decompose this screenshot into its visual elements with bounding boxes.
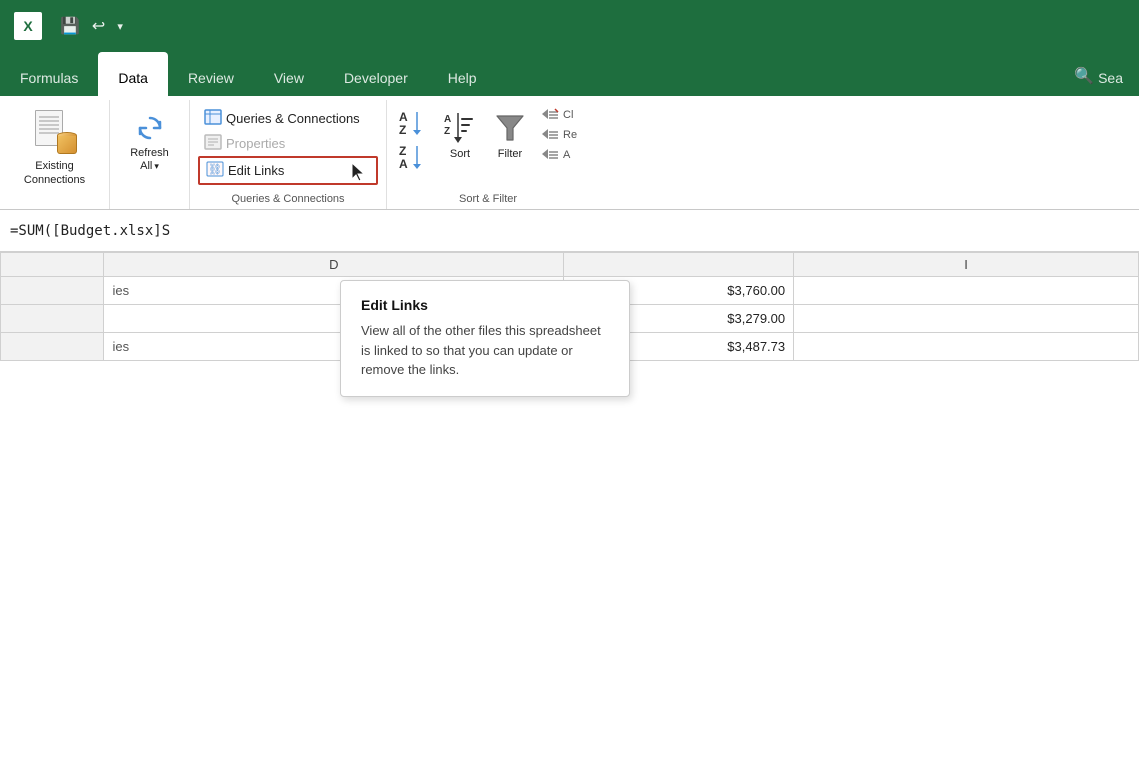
tooltip-description: View all of the other files this spreads… (361, 321, 609, 380)
refresh-content: Refresh All ▾ (124, 104, 175, 201)
advanced-filter-group: Cl Re (537, 106, 581, 164)
sort-icon: A Z (443, 110, 477, 146)
tab-search[interactable]: 🔍 Sea (1058, 58, 1139, 96)
existing-connections-content: ExistingConnections (16, 104, 93, 201)
col-header-e (564, 253, 794, 277)
svg-text:A: A (399, 110, 408, 124)
sort-za-icon: Z A (399, 142, 429, 170)
existing-connections-button[interactable]: ExistingConnections (16, 104, 93, 194)
advanced-button[interactable]: A (537, 146, 581, 164)
sort-az-button[interactable]: A Z (395, 106, 433, 138)
cell-i3[interactable] (794, 333, 1139, 361)
svg-text:Z: Z (399, 123, 406, 136)
queries-connections-item[interactable]: Queries & Connections (198, 106, 378, 131)
sort-label: Sort (450, 148, 470, 161)
reapply-button[interactable]: Re (537, 126, 581, 144)
advanced-icon (541, 148, 559, 162)
search-icon: 🔍 (1074, 66, 1094, 86)
clear-button[interactable]: Cl (537, 106, 581, 124)
sort-filter-group-label: Sort & Filter (459, 189, 517, 207)
app-icon: X (12, 10, 44, 42)
ribbon-group-queries: Queries & Connections Properties (190, 100, 387, 209)
ribbon-group-existing-connections: ExistingConnections (0, 100, 110, 209)
queries-connections-icon (204, 109, 222, 128)
tab-formulas[interactable]: Formulas (0, 52, 98, 96)
svg-text:A: A (444, 114, 451, 125)
existing-connections-label: ExistingConnections (24, 159, 85, 188)
sort-az-icon: A Z (399, 108, 429, 136)
sort-az-group: A Z Z A (395, 106, 433, 172)
clear-icon (541, 108, 559, 122)
ribbon-tabs: Formulas Data Review View Developer Help… (0, 52, 1139, 96)
advanced-label: A (563, 149, 570, 161)
svg-text:Z: Z (444, 126, 450, 137)
title-bar: X 💾 ↩ ▾ (0, 0, 1139, 52)
sort-za-button[interactable]: Z A (395, 140, 433, 172)
filter-button[interactable]: Filter (487, 106, 533, 165)
properties-icon (204, 134, 222, 153)
row-header-2 (1, 305, 104, 333)
queries-group-label: Queries & Connections (231, 189, 344, 207)
tab-help[interactable]: Help (428, 52, 497, 96)
reapply-label: Re (563, 129, 577, 141)
tab-view[interactable]: View (254, 52, 324, 96)
properties-text: Properties (226, 136, 285, 151)
tab-developer[interactable]: Developer (324, 52, 428, 96)
undo-icon[interactable]: ↩ (88, 14, 109, 38)
col-header-i: I (794, 253, 1139, 277)
edit-links-icon: ⛓ (206, 161, 224, 180)
ribbon-group-sort-filter: A Z Z A (387, 100, 589, 209)
save-icon[interactable]: 💾 (56, 14, 84, 38)
cell-i2[interactable] (794, 305, 1139, 333)
sort-button[interactable]: A Z Sort (437, 106, 483, 165)
edit-links-text: Edit Links (228, 163, 284, 178)
sort-filter-content: A Z Z A (395, 104, 581, 189)
qa-dropdown-icon[interactable]: ▾ (113, 18, 127, 35)
tooltip-box: Edit Links View all of the other files t… (340, 280, 630, 397)
refresh-all-button[interactable]: Refresh All ▾ (124, 104, 175, 178)
formula-text: =SUM([Budget.xlsx]S (10, 223, 170, 239)
refresh-all-dropdown: All ▾ (140, 160, 159, 172)
svg-text:A: A (399, 157, 408, 170)
tab-data[interactable]: Data (98, 52, 168, 96)
filter-label: Filter (498, 148, 522, 161)
reapply-icon (541, 128, 559, 142)
refresh-icon (132, 110, 168, 146)
col-header-d: D (104, 253, 564, 277)
row-header-1 (1, 277, 104, 305)
svg-text:⛓: ⛓ (208, 163, 222, 176)
refresh-all-label: Refresh (130, 147, 169, 160)
properties-item[interactable]: Properties (198, 131, 378, 156)
tooltip-title: Edit Links (361, 297, 609, 313)
clear-label: Cl (563, 109, 573, 121)
cell-i1[interactable] (794, 277, 1139, 305)
filter-icon (493, 110, 527, 146)
queries-connections-text: Queries & Connections (226, 111, 360, 126)
ribbon-group-refresh: Refresh All ▾ (110, 100, 190, 209)
corner-header (1, 253, 104, 277)
svg-text:Z: Z (399, 144, 406, 158)
row-header-3 (1, 333, 104, 361)
cursor-icon (350, 161, 366, 181)
existing-connections-icon (33, 110, 77, 156)
ribbon-content: ExistingConnections Refresh All (0, 96, 1139, 210)
edit-links-item[interactable]: ⛓ Edit Links (198, 156, 378, 185)
excel-logo: X (14, 12, 42, 40)
tab-review[interactable]: Review (168, 52, 254, 96)
quick-access-toolbar: 💾 ↩ ▾ (56, 14, 127, 38)
queries-content: Queries & Connections Properties (198, 106, 378, 185)
formula-bar: =SUM([Budget.xlsx]S (0, 210, 1139, 252)
